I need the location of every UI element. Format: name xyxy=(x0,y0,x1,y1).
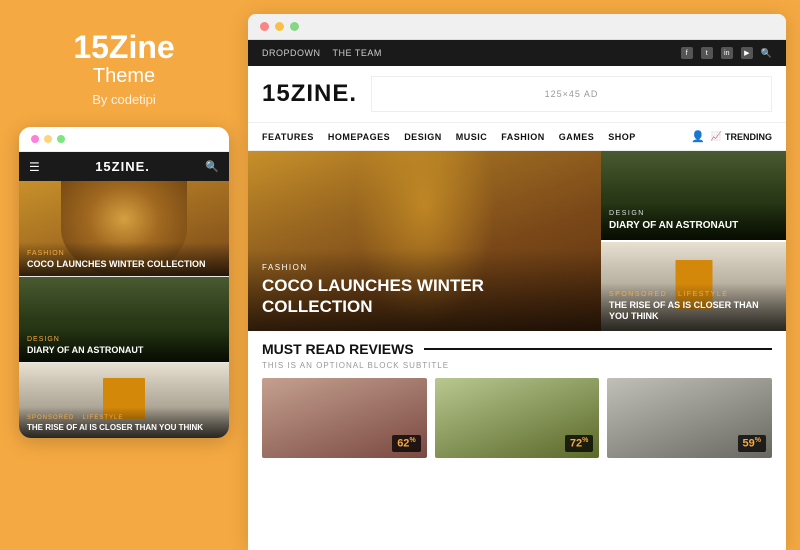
hero-main[interactable]: FASHION COCO LAUNCHES WINTER COLLECTION xyxy=(248,151,601,331)
browser-dot-yellow xyxy=(275,22,284,31)
site-header: 15ZINE. 125×45 AD xyxy=(248,66,786,123)
phone-card-overlay-3: SPONSORED · LIFESTYLE THE RISE OF AI IS … xyxy=(19,407,229,439)
phone-dot-green xyxy=(57,135,65,143)
phone-mockup: ☰ 15ZINE. 🔍 FASHION COCO LAUNCHES WINTER… xyxy=(19,127,229,438)
nav-design[interactable]: DESIGN xyxy=(404,132,442,142)
site-logo: 15ZINE. xyxy=(262,80,357,108)
browser-window: DROPDOWN THE TEAM f t in ▶ 🔍 15ZINE. 125… xyxy=(248,14,786,550)
phone-card-category-1: FASHION xyxy=(27,250,221,257)
hero-card-1-title: DIARY OF AN ASTRONAUT xyxy=(609,219,778,232)
phone-card-title-2: DIARY OF AN ASTRONAUT xyxy=(27,345,221,356)
user-icon[interactable]: 👤 xyxy=(691,130,705,143)
trending-icon: 📈 xyxy=(711,131,722,142)
phone-nav: ☰ 15ZINE. 🔍 xyxy=(19,152,229,181)
hero-section: FASHION COCO LAUNCHES WINTER COLLECTION … xyxy=(248,151,786,331)
hero-card-2[interactable]: SPONSORED · LIFESTYLE THE RISE OF AS IS … xyxy=(601,240,786,331)
site-nav: FEATURES HOMEPAGES DESIGN MUSIC FASHION … xyxy=(248,123,786,151)
phone-card-category-2: DESIGN xyxy=(27,336,221,343)
hero-card-2-title: THE RISE OF AS IS CLOSER THAN YOU THINK xyxy=(609,300,778,323)
must-read-cards: 62% 72% 59% xyxy=(262,378,772,458)
site-top-nav-right: f t in ▶ 🔍 xyxy=(681,47,772,59)
hero-card-1-category: DESIGN xyxy=(609,210,778,217)
phone-card-title-1: COCO LAUNCHES WINTER COLLECTION xyxy=(27,259,221,270)
brand-title: 15Zine xyxy=(73,30,174,65)
hero-card-1-overlay: DESIGN DIARY OF AN ASTRONAUT xyxy=(601,202,786,240)
hero-sidebar: DESIGN DIARY OF AN ASTRONAUT SPONSORED ·… xyxy=(601,151,786,331)
nav-shop[interactable]: SHOP xyxy=(608,132,636,142)
left-panel: 15Zine Theme By codetipi ☰ 15ZINE. 🔍 FAS… xyxy=(0,0,248,550)
phone-card-1[interactable]: FASHION COCO LAUNCHES WINTER COLLECTION xyxy=(19,181,229,276)
review-card-1[interactable]: 62% xyxy=(262,378,427,458)
site-top-nav: DROPDOWN THE TEAM f t in ▶ 🔍 xyxy=(248,40,786,66)
site-nav-items: FEATURES HOMEPAGES DESIGN MUSIC FASHION … xyxy=(262,132,636,142)
twitter-icon[interactable]: t xyxy=(701,47,713,59)
hero-main-category: FASHION xyxy=(262,263,587,272)
review-score-1: 62% xyxy=(392,435,420,452)
must-read-section: MUST READ REVIEWS THIS IS AN OPTIONAL BL… xyxy=(248,331,786,466)
youtube-icon[interactable]: ▶ xyxy=(741,47,753,59)
brand-byline: By codetipi xyxy=(92,92,156,107)
phone-top-bar xyxy=(19,127,229,152)
dropdown-link[interactable]: DROPDOWN xyxy=(262,48,321,58)
nav-music[interactable]: MUSIC xyxy=(456,132,488,142)
instagram-icon[interactable]: in xyxy=(721,47,733,59)
phone-dot-yellow xyxy=(44,135,52,143)
must-read-header: MUST READ REVIEWS xyxy=(262,341,772,357)
review-card-2[interactable]: 72% xyxy=(435,378,600,458)
browser-dot-green xyxy=(290,22,299,31)
phone-logo: 15ZINE. xyxy=(95,159,150,174)
nav-features[interactable]: FEATURES xyxy=(262,132,314,142)
hero-card-1[interactable]: DESIGN DIARY OF AN ASTRONAUT xyxy=(601,151,786,240)
phone-card-overlay-2: DESIGN DIARY OF AN ASTRONAUT xyxy=(19,328,229,362)
phone-card-overlay-1: FASHION COCO LAUNCHES WINTER COLLECTION xyxy=(19,242,229,276)
facebook-icon[interactable]: f xyxy=(681,47,693,59)
hero-main-overlay: FASHION COCO LAUNCHES WINTER COLLECTION xyxy=(248,249,601,331)
phone-card-category-3: SPONSORED · LIFESTYLE xyxy=(27,415,221,421)
phone-dot-red xyxy=(31,135,39,143)
brand-subtitle: Theme xyxy=(93,65,155,88)
must-read-line xyxy=(424,348,772,350)
hero-card-2-overlay: SPONSORED · LIFESTYLE THE RISE OF AS IS … xyxy=(601,283,786,331)
must-read-title: MUST READ REVIEWS xyxy=(262,341,414,357)
phone-card-2[interactable]: DESIGN DIARY OF AN ASTRONAUT xyxy=(19,277,229,362)
hero-card-2-category: SPONSORED · LIFESTYLE xyxy=(609,291,778,298)
review-card-3[interactable]: 59% xyxy=(607,378,772,458)
review-score-3: 59% xyxy=(738,435,766,452)
site-top-nav-left: DROPDOWN THE TEAM xyxy=(262,48,382,58)
the-team-link[interactable]: THE TEAM xyxy=(333,48,382,58)
nav-games[interactable]: GAMES xyxy=(559,132,595,142)
site-nav-right: 👤 📈 TRENDING xyxy=(691,130,772,143)
hero-main-title: COCO LAUNCHES WINTER COLLECTION xyxy=(262,276,587,317)
review-score-2: 72% xyxy=(565,435,593,452)
browser-chrome xyxy=(248,14,786,40)
header-search-icon[interactable]: 🔍 xyxy=(761,48,772,59)
must-read-subtitle: THIS IS AN OPTIONAL BLOCK SUBTITLE xyxy=(262,361,772,370)
trending-label: 📈 TRENDING xyxy=(711,131,772,142)
phone-card-3[interactable]: SPONSORED · LIFESTYLE THE RISE OF AI IS … xyxy=(19,363,229,438)
nav-fashion[interactable]: FASHION xyxy=(501,132,545,142)
phone-search-icon[interactable]: 🔍 xyxy=(205,160,219,173)
hamburger-icon[interactable]: ☰ xyxy=(29,160,40,174)
ad-banner: 125×45 AD xyxy=(371,76,772,112)
nav-homepages[interactable]: HOMEPAGES xyxy=(328,132,390,142)
phone-card-title-3: THE RISE OF AI IS CLOSER THAN YOU THINK xyxy=(27,423,221,433)
browser-dot-red xyxy=(260,22,269,31)
